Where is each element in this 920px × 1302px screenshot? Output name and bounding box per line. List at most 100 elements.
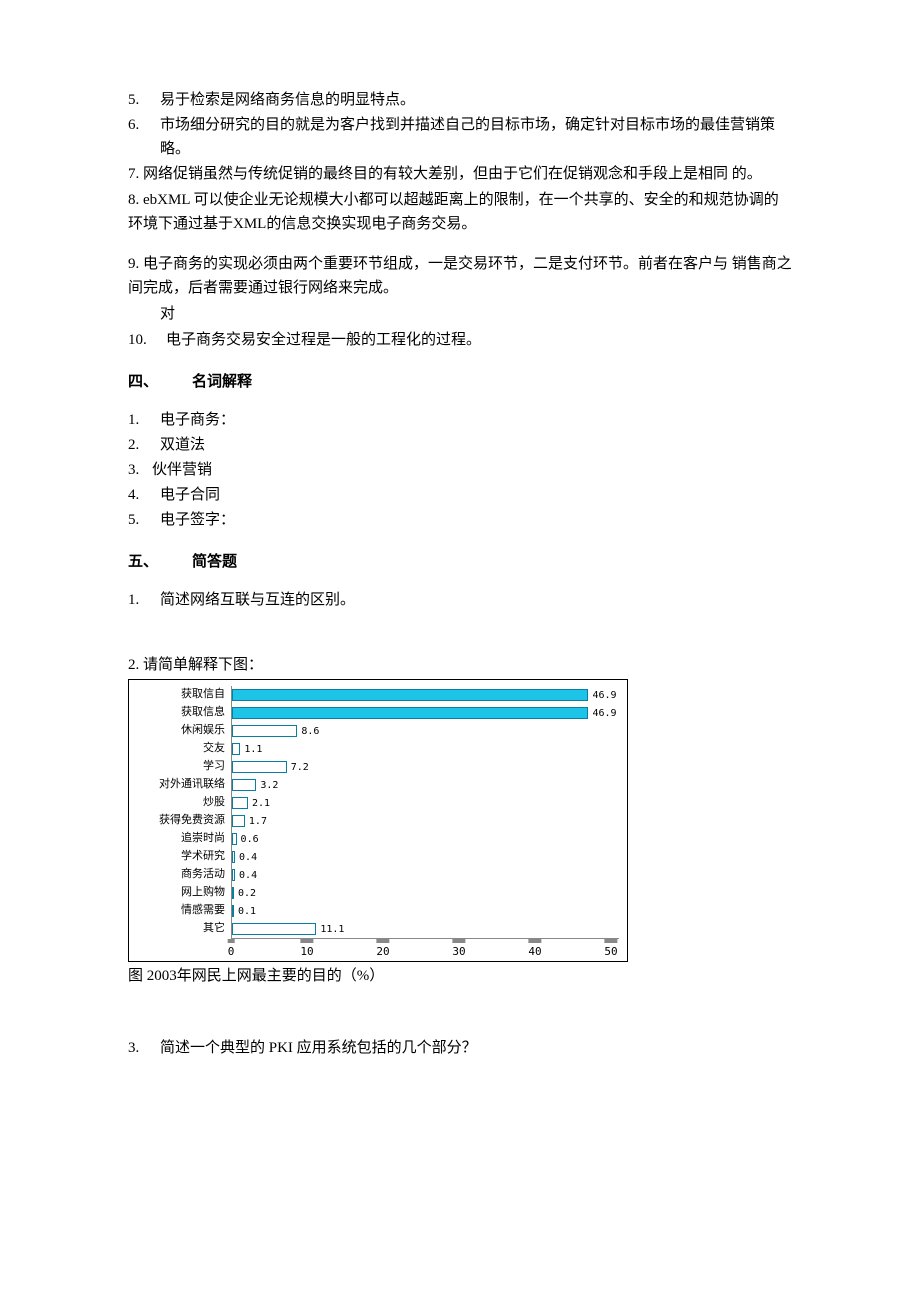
chart-plot-area: 46.9	[231, 704, 619, 722]
chart-x-axis: 01020304050	[231, 938, 619, 955]
chart-plot-area: 2.1	[231, 794, 619, 812]
chart-bar	[232, 923, 316, 935]
chart-bar	[232, 815, 245, 827]
t5-text: 电子签字：	[160, 508, 235, 532]
chart-value-label: 46.9	[592, 706, 616, 722]
chart-plot-area: 0.6	[231, 830, 619, 848]
chart-bar	[232, 851, 235, 863]
chart-row: 炒股2.1	[133, 794, 619, 812]
chart-row: 交友1.1	[133, 740, 619, 758]
chart-plot-area: 0.1	[231, 902, 619, 920]
t3-num: 3.	[128, 458, 152, 482]
chart-plot-area: 1.7	[231, 812, 619, 830]
question-7: 7. 网络促销虽然与传统促销的最终目的有较大差别，但由于它们在促销观念和手段上是…	[128, 162, 792, 186]
chart-bar	[232, 761, 287, 773]
question-list-continued: 5. 易于检索是网络商务信息的明显特点。 6. 市场细分研究的目的就是为客户找到…	[128, 88, 792, 161]
chart-bar	[232, 905, 234, 917]
chart-value-label: 0.2	[238, 886, 256, 902]
chart-row: 获取信息46.9	[133, 704, 619, 722]
chart-value-label: 0.4	[239, 850, 257, 866]
short-3: 3. 简述一个典型的 PKI 应用系统包括的几个部分？	[128, 1036, 792, 1060]
section-5-num: 五、	[128, 550, 192, 574]
term-1: 1. 电子商务：	[128, 408, 792, 432]
chart-category-label: 学术研究	[133, 848, 231, 866]
chart-row: 获得免费资源 1.7	[133, 812, 619, 830]
chart-row: 学习 7.2	[133, 758, 619, 776]
chart-row: 休闲娱乐 8.6	[133, 722, 619, 740]
chart-row: 对外通讯联络3.2	[133, 776, 619, 794]
chart-tick: 40	[528, 939, 541, 961]
chart-category-label: 商务活动	[133, 866, 231, 884]
chart-row: 网上购物 0.2	[133, 884, 619, 902]
chart-plot-area: 8.6	[231, 722, 619, 740]
chart-tick: 0	[228, 939, 235, 961]
chart-plot-area: 7.2	[231, 758, 619, 776]
chart-category-label: 学习	[133, 758, 231, 776]
term-3: 3. 伙伴营销	[128, 458, 792, 482]
q10-number: 10.	[128, 328, 166, 352]
chart-bar	[232, 779, 256, 791]
chart-category-label: 获得免费资源	[133, 812, 231, 830]
chart-value-label: 46.9	[592, 688, 616, 704]
q9-number: 9.	[128, 256, 139, 272]
chart-value-label: 0.6	[241, 832, 259, 848]
section-5-header: 五、 简答题	[128, 550, 792, 574]
chart-plot-area: 1.1	[231, 740, 619, 758]
chart-tick: 50	[604, 939, 617, 961]
question-10: 10. 电子商务交易安全过程是一般的工程化的过程。	[128, 328, 792, 352]
chart-bar	[232, 743, 240, 755]
t4-num: 4.	[128, 483, 160, 507]
chart-value-label: 0.4	[239, 868, 257, 884]
q6-text: 市场细分研究的目的就是为客户找到并描述自己的目标市场，确定针对目标市场的最佳营销…	[160, 113, 792, 161]
s2-num: 2.	[128, 657, 139, 673]
chart-value-label: 8.6	[301, 724, 319, 740]
chart-value-label: 3.2	[260, 778, 278, 794]
bar-chart: 获取信自46.9获取信息46.9休闲娱乐8.6交友1.1学习7.2对外通讯联络3…	[128, 679, 628, 962]
chart-row: 情感需要0.1	[133, 902, 619, 920]
term-5: 5. 电子签字：	[128, 508, 792, 532]
chart-value-label: 7.2	[291, 760, 309, 776]
t4-text: 电子合同	[160, 483, 220, 507]
q6-number: 6.	[128, 113, 160, 161]
s3-num: 3.	[128, 1036, 160, 1060]
q9-text: 电子商务的实现必须由两个重要环节组成，一是交易环节，二是支付环节。前者在客户与 …	[128, 256, 792, 296]
chart-tick: 30	[452, 939, 465, 961]
s1-text: 简述网络互联与互连的区别。	[160, 588, 355, 612]
question-5: 5. 易于检索是网络商务信息的明显特点。	[128, 88, 792, 112]
chart-caption: 图 2003年网民上网最主要的目的（%）	[128, 964, 792, 988]
chart-value-label: 11.1	[320, 922, 344, 938]
chart-tick: 20	[376, 939, 389, 961]
chart-row: 追崇时尚 0.6	[133, 830, 619, 848]
q5-text: 易于检索是网络商务信息的明显特点。	[160, 88, 792, 112]
q7-text: 网络促销虽然与传统促销的最终目的有较大差别，但由于它们在促销观念和手段上是相同 …	[143, 166, 762, 182]
s1-num: 1.	[128, 588, 160, 612]
chart-category-label: 追崇时尚	[133, 830, 231, 848]
chart-value-label: 2.1	[252, 796, 270, 812]
chart-plot-area: 0.2	[231, 884, 619, 902]
chart-bar	[232, 833, 237, 845]
chart-category-label: 网上购物	[133, 884, 231, 902]
question-6: 6. 市场细分研究的目的就是为客户找到并描述自己的目标市场，确定针对目标市场的最…	[128, 113, 792, 161]
chart-category-label: 交友	[133, 740, 231, 758]
chart-value-label: 0.1	[238, 904, 256, 920]
q5-number: 5.	[128, 88, 160, 112]
short-2: 2. 请简单解释下图：	[128, 653, 792, 677]
section-4-num: 四、	[128, 370, 192, 394]
chart-plot-area: 11.1	[231, 920, 619, 938]
q7-number: 7.	[128, 166, 139, 182]
chart-plot-area: 0.4	[231, 866, 619, 884]
chart-plot-area: 3.2	[231, 776, 619, 794]
q8-number: 8.	[128, 192, 139, 208]
question-9: 9. 电子商务的实现必须由两个重要环节组成，一是交易环节，二是支付环节。前者在客…	[128, 252, 792, 300]
chart-bar	[232, 797, 248, 809]
chart-value-label: 1.7	[249, 814, 267, 830]
chart-category-label: 获取信自	[133, 686, 231, 704]
chart-plot-area: 46.9	[231, 686, 619, 704]
short-1: 1. 简述网络互联与互连的区别。	[128, 588, 792, 612]
chart-bar	[232, 725, 297, 737]
chart-row: 学术研究 0.4	[133, 848, 619, 866]
chart-row: 商务活动 0.4	[133, 866, 619, 884]
chart-bar	[232, 887, 234, 899]
chart-category-label: 休闲娱乐	[133, 722, 231, 740]
question-9-answer: 对	[128, 302, 792, 326]
